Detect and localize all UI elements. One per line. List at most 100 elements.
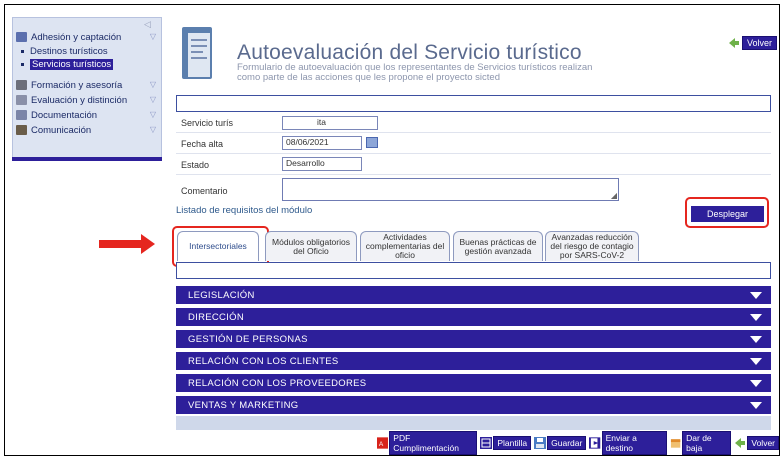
volver-button-top[interactable]: Volver <box>728 36 778 50</box>
section-ventas-marketing[interactable]: VENTAS Y MARKETING <box>176 396 771 414</box>
back-icon <box>729 38 739 48</box>
chevron-down-icon: ▽ <box>149 110 156 119</box>
section-label: DIRECCIÓN <box>188 311 245 323</box>
enviar-destino-button[interactable]: Enviar a destino <box>589 431 667 455</box>
desplegar-button[interactable]: Desplegar <box>691 206 764 222</box>
volver-label: Volver <box>742 36 778 50</box>
chevron-down-icon: ▽ <box>149 80 156 89</box>
tab-actividades-complementarias[interactable]: Actividades complementarias del oficio <box>360 231 450 261</box>
section-label: RELACIÓN CON LOS CLIENTES <box>188 355 339 367</box>
tab-label: Actividades complementarias del oficio <box>365 232 445 260</box>
sidebar-item-label: Formación y asesoría <box>31 79 123 91</box>
dar-de-baja-button[interactable]: Dar de baja <box>670 431 732 455</box>
chevron-down-icon: ▽ <box>149 95 156 104</box>
collapse-sidebar-icon[interactable]: ◁ <box>144 19 151 30</box>
page-subtitle: Formulario de autoevaluación que los rep… <box>237 62 593 83</box>
fecha-value: 08/06/2021 <box>286 137 329 147</box>
action-bar: A PDF Cumplimentación Plantilla Guardar … <box>377 431 779 455</box>
estado-field[interactable]: Desarrollo <box>282 157 362 171</box>
tab-buenas-practicas[interactable]: Buenas prácticas de gestión avanzada <box>453 231 543 261</box>
comentario-label: Comentario <box>181 186 228 196</box>
estado-label: Estado <box>181 160 210 170</box>
servicio-label: Servicio turís <box>181 118 234 128</box>
comentario-textarea[interactable]: ◢ <box>282 178 619 201</box>
sidebar-item-comunicacion[interactable]: Comunicación ▽ <box>16 123 161 137</box>
book-icon <box>16 80 27 90</box>
section-gestion-personas[interactable]: GESTIÓN DE PERSONAS <box>176 330 771 348</box>
section-direccion[interactable]: DIRECCIÓN <box>176 308 771 326</box>
section-label: LEGISLACIÓN <box>188 289 255 301</box>
section-legislacion[interactable]: LEGISLACIÓN <box>176 286 771 304</box>
sidebar-item-label: Evaluación y distinción <box>31 94 128 106</box>
expand-icon[interactable] <box>750 314 762 321</box>
action-label: Guardar <box>547 436 587 450</box>
action-label: Dar de baja <box>682 431 732 455</box>
action-label: Volver <box>747 436 779 450</box>
sidebar-item-adhesion[interactable]: Adhesión y captación ▽ <box>16 30 161 44</box>
svg-text:A: A <box>379 441 384 448</box>
sidebar-item-label: Comunicación <box>31 124 92 136</box>
bullet-icon <box>21 50 24 53</box>
bullet-icon <box>21 63 24 66</box>
sidebar: ◁ Adhesión y captación ▽ Destinos turíst… <box>12 17 162 160</box>
form-row-comentario: Comentario ◢ <box>176 175 771 203</box>
red-arrow-icon <box>99 240 144 248</box>
section-label: RELACIÓN CON LOS PROVEEDORES <box>188 377 367 389</box>
sidebar-item-evaluacion[interactable]: Evaluación y distinción ▽ <box>16 93 161 107</box>
expand-icon[interactable] <box>750 336 762 343</box>
sidebar-footer-bar <box>12 157 162 161</box>
servicio-value: ita <box>317 117 326 127</box>
chevron-down-icon: ▽ <box>149 32 156 41</box>
save-icon <box>534 437 547 449</box>
guardar-button[interactable]: Guardar <box>534 436 587 450</box>
pdf-cumplimentacion-button[interactable]: A PDF Cumplimentación <box>377 431 478 455</box>
tab-avanzadas-covid[interactable]: Avanzadas reducción del riesgo de contag… <box>545 231 639 261</box>
tab-label: Buenas prácticas de gestión avanzada <box>459 236 537 256</box>
section-relacion-clientes[interactable]: RELACIÓN CON LOS CLIENTES <box>176 352 771 370</box>
chevron-down-icon: ▽ <box>149 125 156 134</box>
volver-button-bottom[interactable]: Volver <box>734 436 779 450</box>
plantilla-button[interactable]: Plantilla <box>480 436 532 450</box>
action-label: PDF Cumplimentación <box>389 431 478 455</box>
fecha-label: Fecha alta <box>181 139 224 149</box>
sidebar-subitem-label: Destinos turísticos <box>30 46 108 57</box>
sidebar-item-label: Adhesión y captación <box>31 31 122 43</box>
estado-value: Desarrollo <box>286 158 325 168</box>
tab-content-bar <box>176 262 771 279</box>
expand-icon[interactable] <box>750 402 762 409</box>
red-arrow-head-icon <box>141 234 155 254</box>
form-row-estado: Estado Desarrollo <box>176 154 771 175</box>
action-label: Plantilla <box>493 436 532 450</box>
pdf-icon: A <box>377 437 389 449</box>
sidebar-subitem-label: Servicios turísticos <box>30 59 114 70</box>
sidebar-item-label: Documentación <box>31 109 98 121</box>
footer-band <box>176 416 771 430</box>
app-window: ◁ Adhesión y captación ▽ Destinos turíst… <box>4 4 780 456</box>
sidebar-subitem-servicios[interactable]: Servicios turísticos <box>21 58 114 71</box>
document-logo-icon <box>182 27 212 79</box>
tab-modulos-obligatorios[interactable]: Módulos obligatorios del Oficio <box>265 231 357 261</box>
listado-requisitos-label: Listado de requisitos del módulo <box>176 205 313 216</box>
calendar-icon[interactable] <box>366 137 378 148</box>
fecha-field[interactable]: 08/06/2021 <box>282 136 362 150</box>
unsubscribe-icon <box>670 439 681 448</box>
expand-icon[interactable] <box>750 358 762 365</box>
tab-label: Módulos obligatorios del Oficio <box>272 236 350 256</box>
form-row-servicio: Servicio turís ita <box>176 113 771 133</box>
send-icon <box>589 437 601 449</box>
folder-icon <box>16 32 27 42</box>
resize-handle-icon[interactable]: ◢ <box>611 191 617 200</box>
section-label: VENTAS Y MARKETING <box>188 399 299 411</box>
tab-label: Avanzadas reducción del riesgo de contag… <box>550 232 634 260</box>
expand-icon[interactable] <box>750 292 762 299</box>
users-icon <box>16 125 27 135</box>
sidebar-item-documentacion[interactable]: Documentación ▽ <box>16 108 161 122</box>
form-row-fecha: Fecha alta 08/06/2021 <box>176 133 771 154</box>
section-relacion-proveedores[interactable]: RELACIÓN CON LOS PROVEEDORES <box>176 374 771 392</box>
document-icon <box>16 110 27 120</box>
servicio-field[interactable]: ita <box>282 116 378 130</box>
sidebar-item-formacion[interactable]: Formación y asesoría ▽ <box>16 78 161 92</box>
sidebar-subitem-destinos[interactable]: Destinos turísticos <box>21 45 108 58</box>
expand-icon[interactable] <box>750 380 762 387</box>
pencil-icon <box>16 95 27 105</box>
